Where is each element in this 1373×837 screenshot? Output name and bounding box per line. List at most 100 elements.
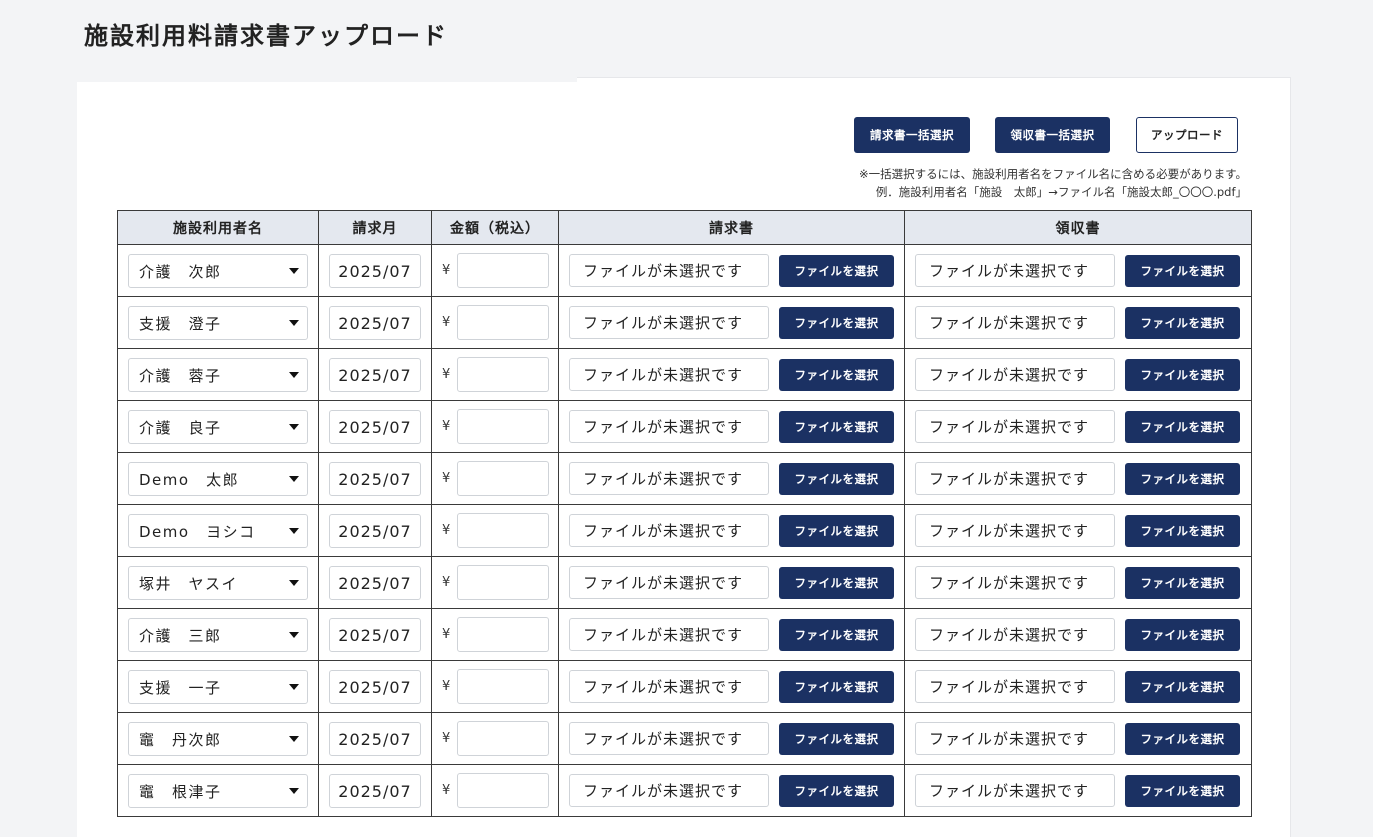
amount-cell: ¥ bbox=[431, 452, 559, 505]
amount-cell: ¥ bbox=[431, 348, 559, 401]
amount-input[interactable] bbox=[457, 409, 549, 444]
amount-input[interactable] bbox=[457, 721, 549, 756]
bulk-receipt-select-button[interactable]: 領収書一括選択 bbox=[995, 117, 1110, 153]
invoice-file-name: ファイルが未選択です bbox=[569, 514, 769, 547]
table-row: 介護 三郎 2025/07 ¥ ファイルが未選択です ファイルを選択 ファイルが… bbox=[117, 608, 1252, 661]
receipt-file-name: ファイルが未選択です bbox=[915, 410, 1115, 443]
amount-input[interactable] bbox=[457, 669, 549, 704]
receipt-cell: ファイルが未選択です ファイルを選択 bbox=[904, 608, 1252, 661]
invoice-choose-file-button[interactable]: ファイルを選択 bbox=[779, 567, 894, 599]
caret-down-icon bbox=[289, 788, 299, 794]
billing-month-field[interactable]: 2025/07 bbox=[329, 618, 421, 652]
invoice-choose-file-button[interactable]: ファイルを選択 bbox=[779, 463, 894, 495]
receipt-file-name: ファイルが未選択です bbox=[915, 566, 1115, 599]
yen-symbol: ¥ bbox=[442, 523, 451, 538]
table-row: 介護 良子 2025/07 ¥ ファイルが未選択です ファイルを選択 ファイルが… bbox=[117, 400, 1252, 453]
table-row: 介護 次郎 2025/07 ¥ ファイルが未選択です ファイルを選択 ファイルが… bbox=[117, 244, 1252, 297]
billing-month-field[interactable]: 2025/07 bbox=[329, 254, 421, 288]
amount-input[interactable] bbox=[457, 513, 549, 548]
resident-cell: Demo ヨシコ bbox=[117, 504, 319, 557]
resident-select-value: 介護 蓉子 bbox=[139, 366, 222, 385]
resident-cell: 支援 澄子 bbox=[117, 296, 319, 349]
billing-month-field[interactable]: 2025/07 bbox=[329, 514, 421, 548]
invoice-cell: ファイルが未選択です ファイルを選択 bbox=[558, 660, 905, 713]
invoice-choose-file-button[interactable]: ファイルを選択 bbox=[779, 255, 894, 287]
invoice-file-name: ファイルが未選択です bbox=[569, 410, 769, 443]
billing-month-field[interactable]: 2025/07 bbox=[329, 462, 421, 496]
resident-select[interactable]: 介護 良子 bbox=[128, 410, 308, 444]
receipt-choose-file-button[interactable]: ファイルを選択 bbox=[1125, 671, 1240, 703]
invoice-choose-file-button[interactable]: ファイルを選択 bbox=[779, 775, 894, 807]
caret-down-icon bbox=[289, 528, 299, 534]
resident-select-value: 介護 三郎 bbox=[139, 626, 222, 645]
resident-select[interactable]: 介護 三郎 bbox=[128, 618, 308, 652]
month-cell: 2025/07 bbox=[318, 712, 432, 765]
resident-select[interactable]: 介護 次郎 bbox=[128, 254, 308, 288]
table-row: 竈 根津子 2025/07 ¥ ファイルが未選択です ファイルを選択 ファイルが… bbox=[117, 764, 1252, 817]
receipt-choose-file-button[interactable]: ファイルを選択 bbox=[1125, 359, 1240, 391]
billing-month-field[interactable]: 2025/07 bbox=[329, 410, 421, 444]
caret-down-icon bbox=[289, 684, 299, 690]
billing-month-field[interactable]: 2025/07 bbox=[329, 774, 421, 808]
resident-select[interactable]: Demo ヨシコ bbox=[128, 514, 308, 548]
billing-month-field[interactable]: 2025/07 bbox=[329, 358, 421, 392]
resident-cell: 介護 三郎 bbox=[117, 608, 319, 661]
amount-input[interactable] bbox=[457, 305, 549, 340]
receipt-choose-file-button[interactable]: ファイルを選択 bbox=[1125, 775, 1240, 807]
resident-cell: 竈 根津子 bbox=[117, 764, 319, 817]
resident-select[interactable]: 塚井 ヤスイ bbox=[128, 566, 308, 600]
month-cell: 2025/07 bbox=[318, 348, 432, 401]
upload-button[interactable]: アップロード bbox=[1136, 117, 1238, 153]
receipt-choose-file-button[interactable]: ファイルを選択 bbox=[1125, 463, 1240, 495]
yen-symbol: ¥ bbox=[442, 627, 451, 642]
invoice-choose-file-button[interactable]: ファイルを選択 bbox=[779, 619, 894, 651]
invoice-choose-file-button[interactable]: ファイルを選択 bbox=[779, 515, 894, 547]
receipt-choose-file-button[interactable]: ファイルを選択 bbox=[1125, 619, 1240, 651]
receipt-choose-file-button[interactable]: ファイルを選択 bbox=[1125, 515, 1240, 547]
receipt-cell: ファイルが未選択です ファイルを選択 bbox=[904, 556, 1252, 609]
billing-month-field[interactable]: 2025/07 bbox=[329, 670, 421, 704]
invoice-choose-file-button[interactable]: ファイルを選択 bbox=[779, 307, 894, 339]
resident-select[interactable]: Demo 太郎 bbox=[128, 462, 308, 496]
receipt-choose-file-button[interactable]: ファイルを選択 bbox=[1125, 723, 1240, 755]
page-title: 施設利用料請求書アップロード bbox=[84, 22, 448, 50]
receipt-choose-file-button[interactable]: ファイルを選択 bbox=[1125, 255, 1240, 287]
receipt-file-name: ファイルが未選択です bbox=[915, 670, 1115, 703]
resident-select[interactable]: 竈 根津子 bbox=[128, 774, 308, 808]
invoice-choose-file-button[interactable]: ファイルを選択 bbox=[779, 359, 894, 391]
resident-select[interactable]: 竈 丹次郎 bbox=[128, 722, 308, 756]
resident-select[interactable]: 介護 蓉子 bbox=[128, 358, 308, 392]
month-cell: 2025/07 bbox=[318, 660, 432, 713]
amount-input[interactable] bbox=[457, 357, 549, 392]
invoice-cell: ファイルが未選択です ファイルを選択 bbox=[558, 348, 905, 401]
receipt-choose-file-button[interactable]: ファイルを選択 bbox=[1125, 567, 1240, 599]
invoice-cell: ファイルが未選択です ファイルを選択 bbox=[558, 504, 905, 557]
amount-cell: ¥ bbox=[431, 764, 559, 817]
invoice-file-name: ファイルが未選択です bbox=[569, 566, 769, 599]
resident-select[interactable]: 支援 澄子 bbox=[128, 306, 308, 340]
amount-input[interactable] bbox=[457, 565, 549, 600]
month-cell: 2025/07 bbox=[318, 608, 432, 661]
invoice-choose-file-button[interactable]: ファイルを選択 bbox=[779, 671, 894, 703]
table-row: 塚井 ヤスイ 2025/07 ¥ ファイルが未選択です ファイルを選択 ファイル… bbox=[117, 556, 1252, 609]
invoice-choose-file-button[interactable]: ファイルを選択 bbox=[779, 723, 894, 755]
receipt-file-name: ファイルが未選択です bbox=[915, 254, 1115, 287]
billing-month-field[interactable]: 2025/07 bbox=[329, 566, 421, 600]
receipt-choose-file-button[interactable]: ファイルを選択 bbox=[1125, 411, 1240, 443]
amount-input[interactable] bbox=[457, 773, 549, 808]
billing-month-field[interactable]: 2025/07 bbox=[329, 722, 421, 756]
receipt-file-name: ファイルが未選択です bbox=[915, 306, 1115, 339]
resident-cell: 支援 一子 bbox=[117, 660, 319, 713]
table-row: 支援 一子 2025/07 ¥ ファイルが未選択です ファイルを選択 ファイルが… bbox=[117, 660, 1252, 713]
receipt-cell: ファイルが未選択です ファイルを選択 bbox=[904, 244, 1252, 297]
invoice-choose-file-button[interactable]: ファイルを選択 bbox=[779, 411, 894, 443]
bulk-invoice-select-button[interactable]: 請求書一括選択 bbox=[854, 117, 970, 153]
amount-input[interactable] bbox=[457, 461, 549, 496]
resident-select[interactable]: 支援 一子 bbox=[128, 670, 308, 704]
receipt-choose-file-button[interactable]: ファイルを選択 bbox=[1125, 307, 1240, 339]
amount-input[interactable] bbox=[457, 253, 549, 288]
receipt-file-name: ファイルが未選択です bbox=[915, 358, 1115, 391]
invoice-file-name: ファイルが未選択です bbox=[569, 462, 769, 495]
amount-input[interactable] bbox=[457, 617, 549, 652]
billing-month-field[interactable]: 2025/07 bbox=[329, 306, 421, 340]
